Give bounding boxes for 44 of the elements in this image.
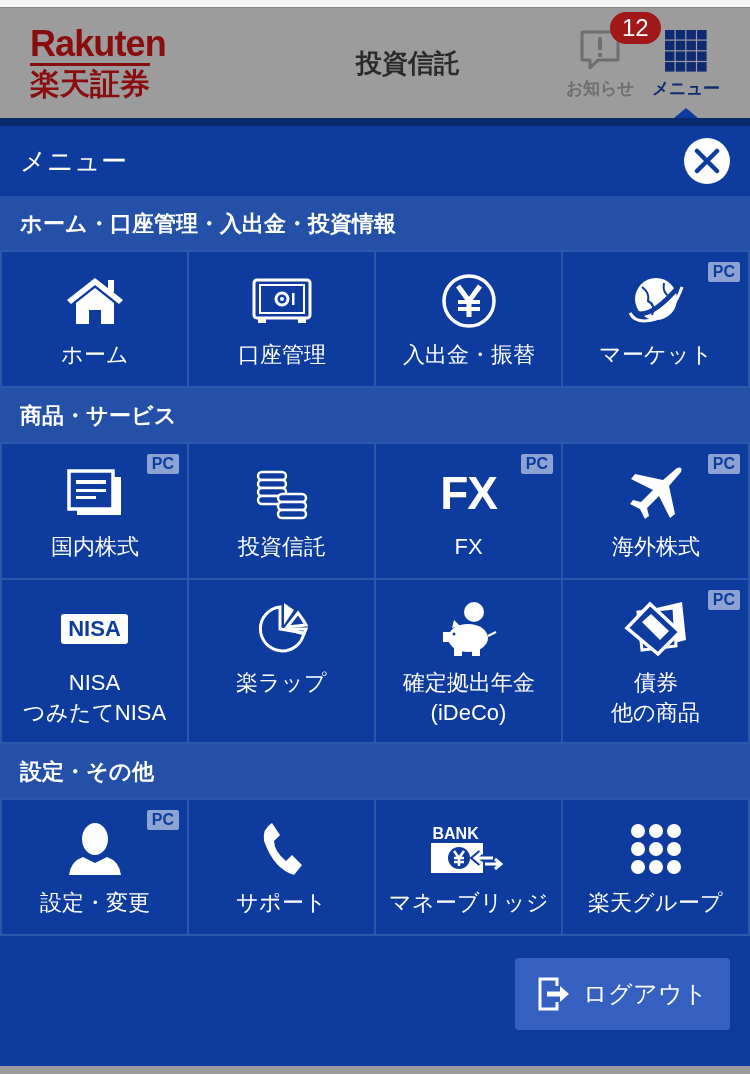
menu-tile[interactable]: 入出金・振替	[376, 252, 561, 386]
menu-tile[interactable]: 投資信託	[189, 444, 374, 578]
menu-tile[interactable]: 債券 他の商品 PC	[563, 580, 748, 742]
menu-title: メニュー	[20, 144, 127, 178]
logo-name: 楽天証券	[30, 62, 150, 102]
section-header: 設定・その他	[0, 744, 750, 798]
menu-tile[interactable]: BANK マネーブリッジ	[376, 800, 561, 934]
menu-tile[interactable]: 海外株式 PC	[563, 444, 748, 578]
grid-icon	[665, 30, 707, 73]
pc-badge: PC	[707, 590, 740, 610]
papers-icon	[623, 600, 688, 658]
airplane-icon	[628, 466, 683, 520]
fx-icon: FX	[440, 470, 497, 516]
section-header: ホーム・口座管理・入出金・投資情報	[0, 196, 750, 250]
menu-tile[interactable]: 確定拠出年金 (iDeCo)	[376, 580, 561, 742]
section-header: 商品・サービス	[0, 388, 750, 442]
page-title: 投資信託	[356, 46, 460, 80]
pc-badge: PC	[707, 454, 740, 474]
menu-tile[interactable]: ホーム	[2, 252, 187, 386]
logout-icon	[537, 976, 571, 1012]
pc-badge: PC	[520, 454, 553, 474]
person-icon	[66, 823, 123, 875]
close-icon	[694, 148, 720, 174]
notification-badge: 12	[610, 12, 661, 45]
menu-tile[interactable]: 口座管理	[189, 252, 374, 386]
logout-button[interactable]: ログアウト	[515, 958, 730, 1030]
pc-badge: PC	[707, 262, 740, 282]
safe-icon	[251, 278, 312, 324]
menu-tile[interactable]: マーケット PC	[563, 252, 748, 386]
nisa-icon: NISA	[61, 614, 128, 644]
menu-tile[interactable]: 楽天グループ	[563, 800, 748, 934]
menu-tile[interactable]: FX FX PC	[376, 444, 561, 578]
yen-coin-icon	[440, 273, 497, 329]
menu-tile[interactable]: サポート	[189, 800, 374, 934]
pc-badge: PC	[146, 454, 179, 474]
close-button[interactable]	[684, 138, 730, 184]
dots-grid-icon	[629, 823, 682, 875]
menu-tile[interactable]: 国内株式 PC	[2, 444, 187, 578]
logo-wordmark: Rakuten	[30, 24, 167, 63]
menu-tile[interactable]: NISA NISA つみたてNISA	[2, 580, 187, 742]
menu-tile[interactable]: 楽ラップ	[189, 580, 374, 742]
document-icon	[66, 469, 123, 517]
menu-tile[interactable]: 設定・変更 PC	[2, 800, 187, 934]
pc-badge: PC	[146, 810, 179, 830]
